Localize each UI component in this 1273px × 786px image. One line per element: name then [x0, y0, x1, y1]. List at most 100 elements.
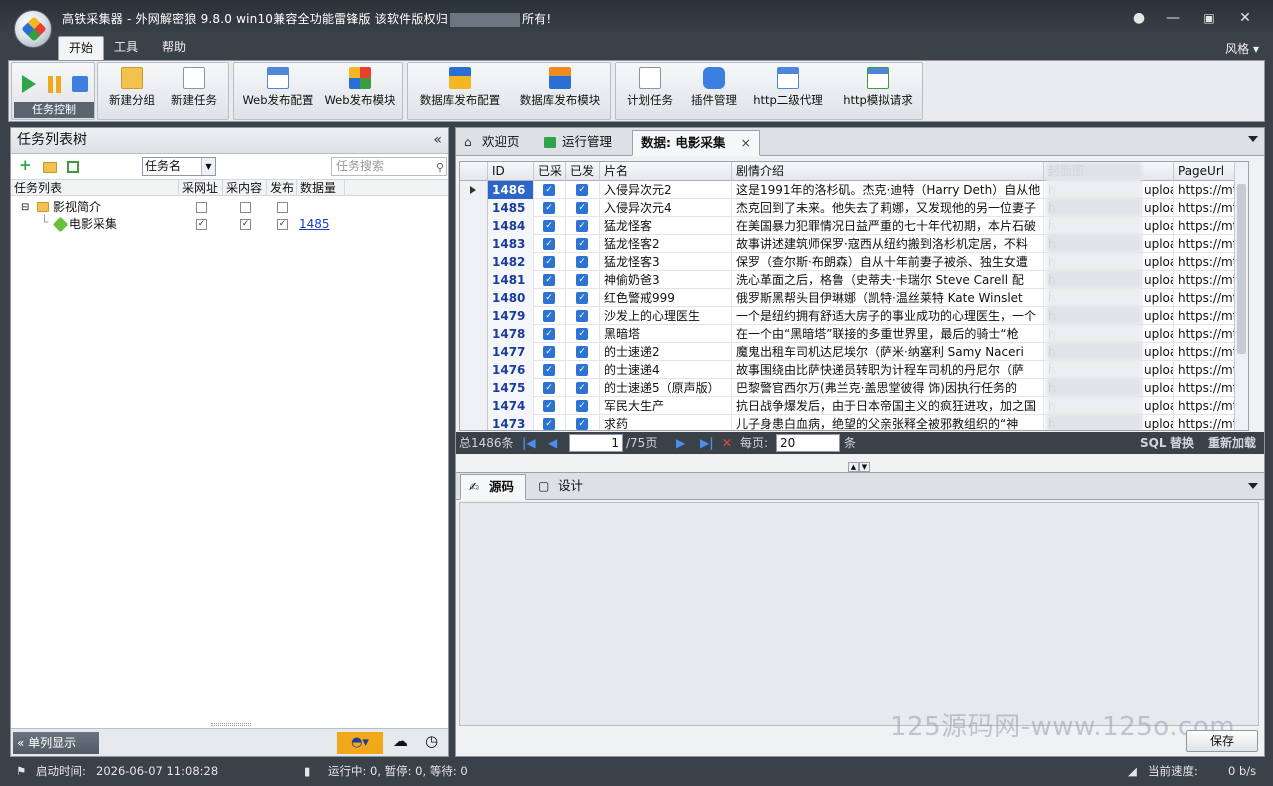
- cell-cover-tail[interactable]: uploa: [1142, 343, 1174, 361]
- cell-page-url[interactable]: https://mtz: [1174, 397, 1236, 415]
- cell-plot[interactable]: 在一个由“黑暗塔”联接的多重世界里，最后的骑士“枪: [732, 325, 1044, 343]
- cell-published[interactable]: ✓: [566, 379, 600, 397]
- cell-id[interactable]: 1477: [488, 343, 534, 361]
- cell-collected[interactable]: ✓: [534, 271, 566, 289]
- expand-icon[interactable]: [67, 161, 79, 173]
- cell-id[interactable]: 1479: [488, 307, 534, 325]
- cell-title[interactable]: 求药: [600, 415, 732, 430]
- cell-title[interactable]: 神偷奶爸3: [600, 271, 732, 289]
- reload-button[interactable]: 重新加载: [1208, 435, 1256, 451]
- close-button[interactable]: ✕: [1234, 8, 1256, 28]
- page-number-input[interactable]: 1: [569, 434, 623, 452]
- checked-icon[interactable]: ✓: [543, 400, 555, 412]
- cell-cover-tail[interactable]: uploa: [1142, 379, 1174, 397]
- cell-page-url[interactable]: https://mtz: [1174, 361, 1236, 379]
- app-logo-icon[interactable]: [14, 10, 52, 48]
- tab-welcome[interactable]: ⌂ 欢迎页: [456, 130, 530, 156]
- cell-plot[interactable]: 这是1991年的洛杉矶。杰克·迪特（Harry Deth）自从他: [732, 181, 1044, 199]
- col-title[interactable]: 片名: [600, 162, 732, 181]
- cell-plot[interactable]: 故事围绕由比萨快递员转职为计程车司机的丹尼尔（萨: [732, 361, 1044, 379]
- pause-icon[interactable]: [48, 76, 53, 93]
- cell-collected[interactable]: ✓: [534, 397, 566, 415]
- cell-id[interactable]: 1481: [488, 271, 534, 289]
- cell-page-url[interactable]: https://mtz: [1174, 217, 1236, 235]
- chevron-down-icon[interactable]: ▼: [859, 462, 870, 472]
- col-plot[interactable]: 剧情介绍: [732, 162, 1044, 181]
- cell-plot[interactable]: 抗日战争爆发后，由于日本帝国主义的疯狂进攻，加之国: [732, 397, 1044, 415]
- chevron-up-icon[interactable]: ▲: [848, 462, 859, 472]
- cell-title[interactable]: 入侵异次元2: [600, 181, 732, 199]
- cell-title[interactable]: 的士速递5（原声版）: [600, 379, 732, 397]
- checked-icon[interactable]: ✓: [576, 238, 588, 250]
- cell-plot[interactable]: 在美国暴力犯罪情况日益严重的七十年代初期，本片石破: [732, 217, 1044, 235]
- cell-published[interactable]: ✓: [566, 397, 600, 415]
- row-header[interactable]: [460, 181, 488, 199]
- cell-cover-tail[interactable]: uploa: [1142, 361, 1174, 379]
- cell-published[interactable]: ✓: [566, 289, 600, 307]
- checked-icon[interactable]: ✓: [543, 238, 555, 250]
- cell-collected[interactable]: ✓: [534, 361, 566, 379]
- new-task-button[interactable]: 新建任务: [166, 65, 222, 117]
- style-menu[interactable]: 风格 ▾: [1225, 40, 1259, 57]
- clear-icon[interactable]: ✕: [722, 435, 732, 451]
- cell-published[interactable]: ✓: [566, 199, 600, 217]
- org-chart-icon[interactable]: ◓▾: [337, 732, 383, 754]
- checked-icon[interactable]: ✓: [543, 292, 555, 304]
- row-header[interactable]: [460, 343, 488, 361]
- cell-collected[interactable]: ✓: [534, 343, 566, 361]
- col-id[interactable]: ID: [488, 162, 534, 181]
- cell-collected[interactable]: ✓: [534, 199, 566, 217]
- grid-corner[interactable]: [460, 162, 488, 181]
- cell-id[interactable]: 1485: [488, 199, 534, 217]
- checked-icon[interactable]: ✓: [576, 382, 588, 394]
- cell-plot[interactable]: 俄罗斯黑帮头目伊琳娜（凯特·温丝莱特 Kate Winslet: [732, 289, 1044, 307]
- cell-plot[interactable]: 洗心革面之后，格鲁（史蒂夫·卡瑞尔 Steve Carell 配: [732, 271, 1044, 289]
- row-header[interactable]: [460, 325, 488, 343]
- cell-cover-tail[interactable]: uploa: [1142, 181, 1174, 199]
- cell-plot[interactable]: 儿子身患白血病，绝望的父亲张释全被邪教组织的“神: [732, 415, 1044, 430]
- cell-title[interactable]: 黑暗塔: [600, 325, 732, 343]
- checkbox-collect-url[interactable]: ✓: [196, 219, 207, 230]
- search-icon[interactable]: ⚲: [436, 159, 444, 176]
- add-icon[interactable]: +: [19, 156, 33, 174]
- tab-run-manager[interactable]: 运行管理: [536, 130, 628, 156]
- cell-page-url[interactable]: https://mtz: [1174, 379, 1236, 397]
- tree-node-task[interactable]: └ 电影采集 ✓ ✓ ✓ 1485: [11, 215, 448, 233]
- checkbox-publish[interactable]: [277, 202, 288, 213]
- splitter-toggle[interactable]: ▲ ▼: [848, 458, 872, 472]
- collapse-tree-icon[interactable]: ⊟: [21, 199, 29, 216]
- checked-icon[interactable]: ✓: [543, 202, 555, 214]
- cell-published[interactable]: ✓: [566, 253, 600, 271]
- cell-title[interactable]: 入侵异次元4: [600, 199, 732, 217]
- cell-cover-tail[interactable]: uploa: [1142, 235, 1174, 253]
- cell-plot[interactable]: 保罗（查尔斯·布朗森）自从十年前妻子被杀、独生女遭: [732, 253, 1044, 271]
- col-collected[interactable]: 已采: [534, 162, 566, 181]
- web-publish-config-button[interactable]: Web发布配置: [238, 65, 318, 117]
- cell-cover-tail[interactable]: uploa: [1142, 325, 1174, 343]
- checked-icon[interactable]: ✓: [543, 310, 555, 322]
- cell-id[interactable]: 1475: [488, 379, 534, 397]
- row-header[interactable]: [460, 307, 488, 325]
- save-button[interactable]: 保存: [1186, 730, 1258, 752]
- cell-published[interactable]: ✓: [566, 217, 600, 235]
- cell-id[interactable]: 1484: [488, 217, 534, 235]
- tab-design[interactable]: ▢ 设计: [530, 474, 590, 500]
- cell-published[interactable]: ✓: [566, 271, 600, 289]
- cell-title[interactable]: 沙发上的心理医生: [600, 307, 732, 325]
- cell-collected[interactable]: ✓: [534, 379, 566, 397]
- cell-title[interactable]: 猛龙怪客2: [600, 235, 732, 253]
- minimize-button[interactable]: —: [1162, 8, 1184, 28]
- row-header[interactable]: [460, 217, 488, 235]
- cell-collected[interactable]: ✓: [534, 307, 566, 325]
- source-editor[interactable]: [459, 502, 1259, 726]
- cell-page-url[interactable]: https://mtz: [1174, 253, 1236, 271]
- cell-cover-tail[interactable]: uploa: [1142, 253, 1174, 271]
- cell-cover-tail[interactable]: uploa: [1142, 307, 1174, 325]
- row-header[interactable]: [460, 379, 488, 397]
- cell-page-url[interactable]: https://mtz: [1174, 181, 1236, 199]
- checked-icon[interactable]: ✓: [576, 292, 588, 304]
- checked-icon[interactable]: ✓: [576, 364, 588, 376]
- checked-icon[interactable]: ✓: [576, 400, 588, 412]
- checked-icon[interactable]: ✓: [576, 310, 588, 322]
- tab-data-movie[interactable]: 数据: 电影采集 ×: [632, 130, 760, 156]
